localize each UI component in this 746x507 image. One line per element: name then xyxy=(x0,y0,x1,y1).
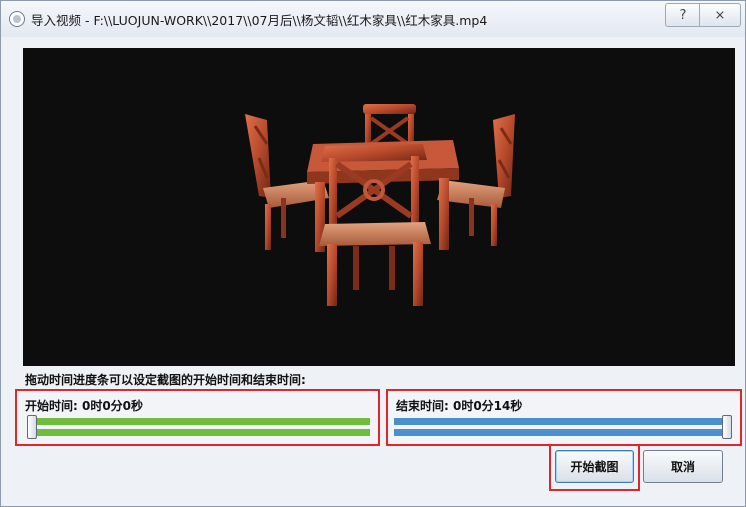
slider-hint: 拖动时间进度条可以设定截图的开始时间和结束时间: xyxy=(25,373,306,387)
end-time-group: 结束时间: 0时0分14秒 xyxy=(386,389,742,446)
help-button[interactable]: ? xyxy=(665,3,701,27)
end-time-label: 结束时间: 0时0分14秒 xyxy=(396,399,523,413)
window-title: 导入视频 - F:\\LUOJUN-WORK\\2017\\07月后\\杨文韬\… xyxy=(31,13,488,28)
furniture-frame-image xyxy=(245,104,515,306)
title-bar: 导入视频 - F:\\LUOJUN-WORK\\2017\\07月后\\杨文韬\… xyxy=(1,1,745,37)
start-track-stripe xyxy=(31,418,370,425)
start-capture-button[interactable]: 开始截图 xyxy=(555,450,634,483)
import-video-dialog: 导入视频 - F:\\LUOJUN-WORK\\2017\\07月后\\杨文韬\… xyxy=(0,0,746,507)
end-track-stripe xyxy=(394,418,724,425)
start-capture-highlight: 开始截图 xyxy=(549,444,640,491)
close-button[interactable]: ⨯ xyxy=(699,3,741,27)
end-time-slider-handle[interactable] xyxy=(722,415,732,439)
end-time-track[interactable] xyxy=(394,418,724,436)
start-track-stripe xyxy=(31,429,370,436)
cancel-button[interactable]: 取消 xyxy=(643,450,723,483)
end-track-stripe xyxy=(394,429,724,436)
start-time-group: 开始时间: 0时0分0秒 xyxy=(15,389,380,446)
start-time-label: 开始时间: 0时0分0秒 xyxy=(25,399,144,413)
app-icon xyxy=(9,11,25,27)
start-time-track[interactable] xyxy=(31,418,370,436)
start-time-slider-handle[interactable] xyxy=(27,415,37,439)
video-preview xyxy=(23,48,735,366)
